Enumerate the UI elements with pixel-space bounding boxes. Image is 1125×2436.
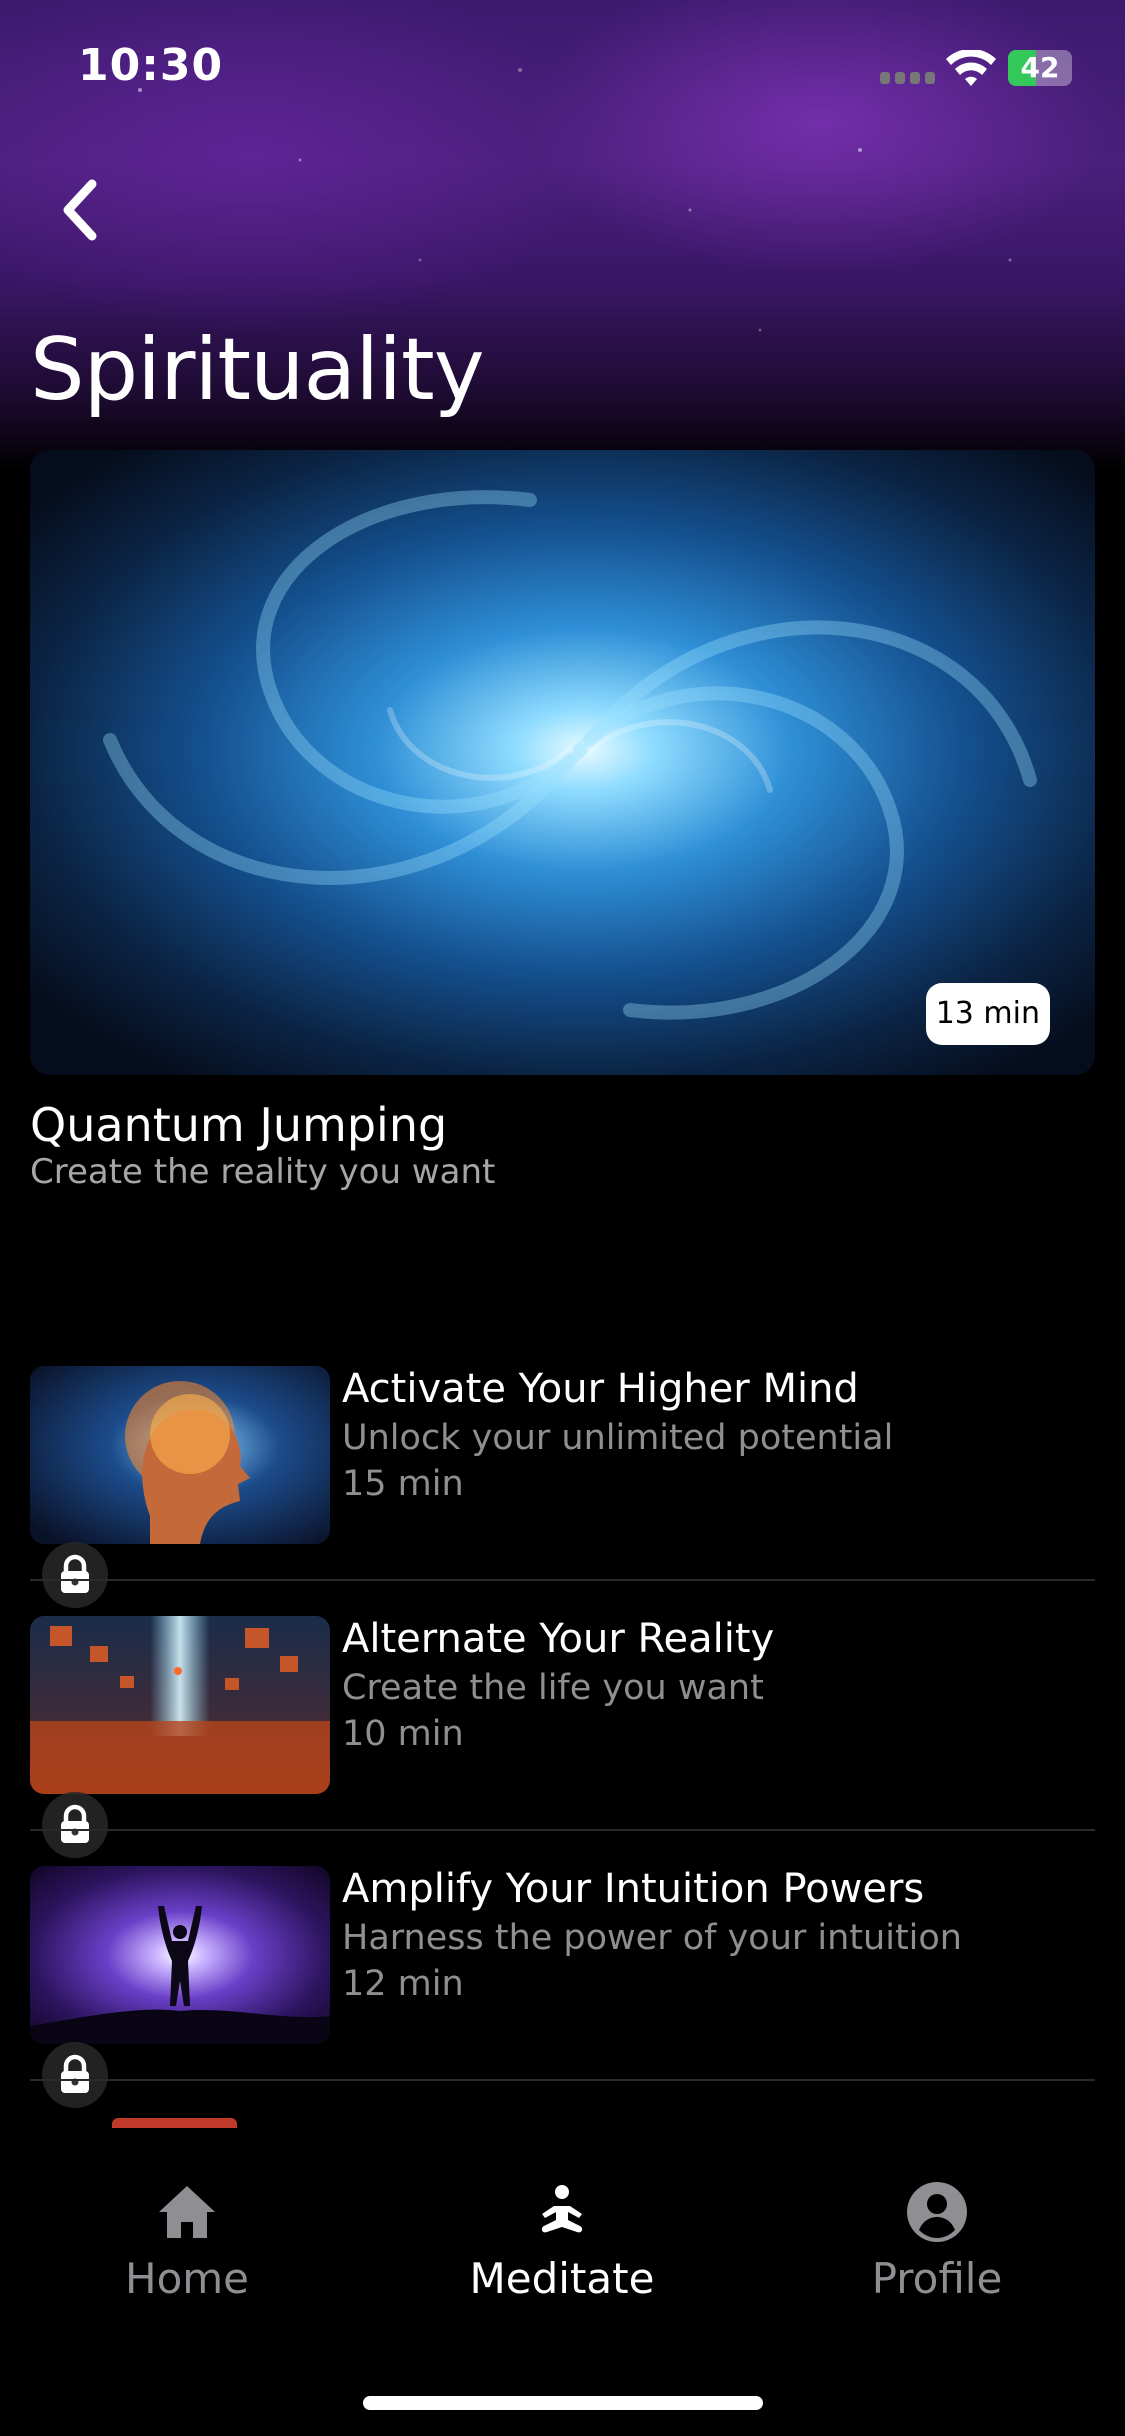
lock-icon [42, 1792, 108, 1858]
battery-level: 42 [1020, 51, 1060, 84]
item-subtitle: Create the life you want [342, 1668, 764, 1708]
meditation-list: Activate Your Higher Mind Unlock your un… [30, 1366, 1095, 2116]
lock-icon [42, 1542, 108, 1608]
featured-image [30, 450, 1095, 1075]
tab-profile[interactable]: Profile [787, 2180, 1087, 2303]
tab-home[interactable]: Home [37, 2180, 337, 2303]
cellular-signal-icon [880, 72, 935, 84]
chevron-left-icon[interactable] [52, 170, 112, 250]
profile-icon [907, 2182, 967, 2242]
item-title: Activate Your Higher Mind [342, 1366, 859, 1412]
next-item-thumbnail-peek [112, 2118, 237, 2128]
item-thumbnail [30, 1366, 330, 1544]
glowing-head-image [30, 1366, 330, 1544]
list-item[interactable]: Activate Your Higher Mind Unlock your un… [30, 1366, 1095, 1616]
item-subtitle: Harness the power of your intuition [342, 1918, 962, 1958]
duration-badge: 13 min [925, 983, 1050, 1045]
battery-icon: 42 [1008, 50, 1072, 86]
item-title: Amplify Your Intuition Powers [342, 1866, 925, 1912]
item-duration: 15 min [342, 1464, 464, 1504]
featured-card[interactable]: 13 min [30, 450, 1095, 1075]
status-time: 10:30 [78, 40, 224, 91]
home-indicator[interactable] [363, 2396, 763, 2410]
tab-label: Home [124, 2254, 250, 2303]
cosmic-figure-image [30, 1866, 330, 2044]
tab-bar: Home Meditate Profile [0, 2130, 1125, 2436]
featured-subtitle: Create the reality you want [30, 1152, 496, 1192]
item-thumbnail [30, 1866, 330, 2044]
wifi-icon [946, 50, 996, 86]
tab-label: Meditate [469, 2254, 655, 2303]
tab-meditate[interactable]: Meditate [412, 2180, 712, 2303]
item-duration: 12 min [342, 1964, 464, 2004]
featured-title[interactable]: Quantum Jumping [30, 1098, 447, 1152]
divider [30, 1579, 1095, 1581]
list-item[interactable]: Alternate Your Reality Create the life y… [30, 1616, 1095, 1866]
item-thumbnail [30, 1616, 330, 1794]
meditate-icon [541, 2185, 583, 2233]
item-title: Alternate Your Reality [342, 1616, 775, 1662]
divider [30, 2079, 1095, 2081]
home-icon [159, 2186, 215, 2238]
tab-label: Profile [871, 2254, 1003, 2303]
floating-cubes-image [30, 1616, 330, 1794]
item-duration: 10 min [342, 1714, 464, 1754]
item-subtitle: Unlock your unlimited potential [342, 1418, 894, 1458]
page-title: Spirituality [30, 320, 485, 420]
list-item[interactable]: Amplify Your Intuition Powers Harness th… [30, 1866, 1095, 2116]
lock-icon [42, 2042, 108, 2108]
divider [30, 1829, 1095, 1831]
status-bar: 10:30 42 [0, 0, 1125, 140]
